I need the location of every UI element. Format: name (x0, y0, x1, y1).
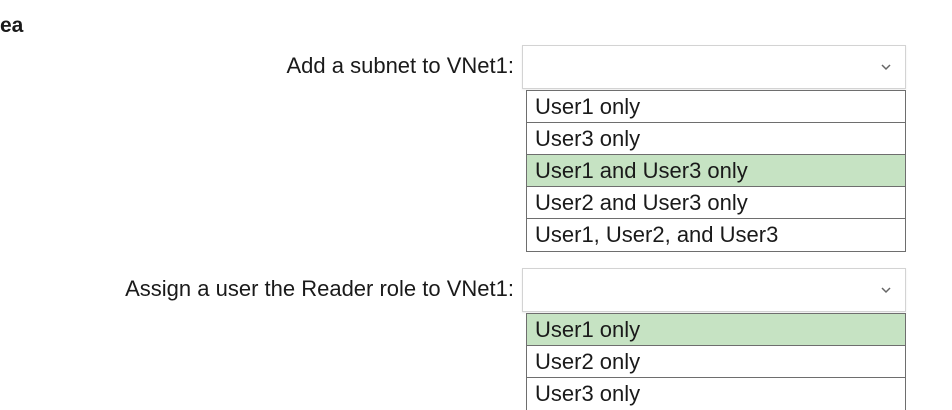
question-label-add-subnet: Add a subnet to VNet1: (286, 53, 515, 78)
option-user3-only[interactable]: User3 only (527, 123, 905, 155)
answer-area-heading: ea (0, 14, 24, 37)
option-user1-and-user3-only[interactable]: User1 and User3 only (527, 155, 905, 187)
add-subnet-options-list: User1 only User3 only User1 and User3 on… (526, 90, 906, 252)
chevron-down-icon (881, 287, 891, 294)
option-user2-and-user3-only[interactable]: User2 and User3 only (527, 187, 905, 219)
option-user2-only[interactable]: User2 only (527, 346, 905, 378)
reader-role-dropdown[interactable] (522, 268, 906, 312)
reader-role-options-list: User1 only User2 only User3 only (526, 313, 906, 410)
option-user1-only[interactable]: User1 only (527, 314, 905, 346)
add-subnet-dropdown[interactable] (522, 45, 906, 89)
question-label-reader-role: Assign a user the Reader role to VNet1: (125, 276, 514, 301)
chevron-down-icon (881, 64, 891, 71)
option-user1-user2-and-user3[interactable]: User1, User2, and User3 (527, 219, 905, 251)
option-user1-only[interactable]: User1 only (527, 91, 905, 123)
option-user3-only[interactable]: User3 only (527, 378, 905, 410)
